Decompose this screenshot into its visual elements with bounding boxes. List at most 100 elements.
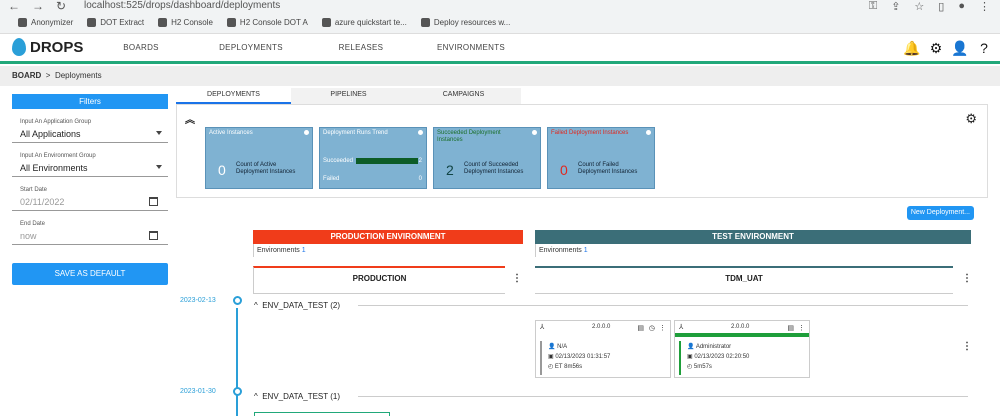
address-bar[interactable]: localhost:525/drops/dashboard/deployment… xyxy=(84,0,280,11)
bookmark[interactable]: DOT Extract xyxy=(87,18,144,27)
production-environment-header: PRODUCTION ENVIRONMENT xyxy=(253,230,523,244)
browser-actions: ⚿ ⇪ ☆ ▯ ● ⋮ xyxy=(869,0,990,13)
test-env-count[interactable]: Environments 1 xyxy=(535,244,971,257)
group-row[interactable]: ^ ENV_DATA_TEST (2) xyxy=(254,301,340,310)
calendar-icon[interactable] xyxy=(149,197,158,206)
info-icon xyxy=(304,130,309,135)
deployment-instance-card[interactable]: ⅄ 2.0.0.0 ▤ ⋮ 👤 Administrator ▣ 02/13/20… xyxy=(674,320,810,378)
group-row[interactable]: ^ ENV_DATA_TEST (1) xyxy=(254,392,340,401)
kebab-menu-icon[interactable]: ⋮ xyxy=(512,274,522,284)
kebab-menu-icon[interactable]: ⋮ xyxy=(798,324,805,332)
breadcrumb-current: Deployments xyxy=(54,71,102,80)
details-icon[interactable]: ▤ xyxy=(637,324,644,332)
info-icon xyxy=(532,130,537,135)
env-group-select[interactable]: Input An Environment Group All Environme… xyxy=(12,153,168,177)
caret-down-icon xyxy=(156,165,162,169)
stage-production: PRODUCTION xyxy=(253,266,505,294)
success-strip xyxy=(675,333,809,337)
star-icon[interactable]: ☆ xyxy=(914,0,924,13)
back-icon[interactable]: ← xyxy=(8,0,20,16)
kebab-menu-icon[interactable]: ⋮ xyxy=(659,324,666,332)
bookmark-icon xyxy=(158,18,168,27)
new-deployment-button[interactable]: New Deployment... xyxy=(906,206,974,220)
app-header: DROPS BOARDS DEPLOYMENTS RELEASES ENVIRO… xyxy=(0,34,1000,64)
deployment-instance-card[interactable]: ⅄ 2.0.0.0 ▤ ◷ ⋮ 👤 N/A ▣ 02/13/2023 01:31… xyxy=(535,320,671,378)
timer-icon: ◴ xyxy=(548,364,555,370)
browser-nav: ← → ↻ xyxy=(8,0,66,16)
kebab-menu-icon[interactable]: ⋮ xyxy=(962,342,972,352)
timeline-dot xyxy=(233,296,242,305)
failed-instances-card[interactable]: Failed Deployment Instances 0 Count of F… xyxy=(547,127,655,189)
reload-icon[interactable]: ↻ xyxy=(56,0,66,16)
bookmark-icon xyxy=(87,18,97,27)
timeline-date: 2023-02-13 xyxy=(180,297,216,304)
chevron-right-icon: > xyxy=(43,71,53,80)
production-env-count[interactable]: Environments 1 xyxy=(253,244,523,257)
bookmark[interactable]: Anonymizer xyxy=(18,18,73,27)
app-group-select[interactable]: Input An Application Group All Applicati… xyxy=(12,119,168,143)
share-icon[interactable]: ⇪ xyxy=(891,0,900,13)
menu-icon[interactable]: ⋮ xyxy=(979,0,990,13)
nav-releases[interactable]: RELEASES xyxy=(306,34,416,64)
kebab-menu-icon[interactable]: ⋮ xyxy=(962,274,972,284)
forward-icon[interactable]: → xyxy=(32,0,44,16)
test-environment-header: TEST ENVIRONMENT xyxy=(535,230,971,244)
stage-tdm-uat: TDM_UAT xyxy=(535,266,953,294)
succeeded-instances-card[interactable]: Succeeded Deployment Instances 2 Count o… xyxy=(433,127,541,189)
key-icon[interactable]: ⚿ xyxy=(869,0,877,13)
bookmark[interactable]: azure quickstart te... xyxy=(321,18,407,27)
bookmark[interactable]: H2 Console xyxy=(158,18,213,27)
bookmark-icon xyxy=(420,18,430,27)
window-icon[interactable]: ▯ xyxy=(938,0,944,13)
active-instances-card[interactable]: Active Instances 0 Count of Active Deplo… xyxy=(205,127,313,189)
details-icon[interactable]: ▤ xyxy=(787,324,794,332)
nav-environments[interactable]: ENVIRONMENTS xyxy=(416,34,526,64)
timeline-line xyxy=(236,308,238,416)
end-date-field[interactable]: End Date now xyxy=(12,221,168,245)
user-icon[interactable]: 👤 xyxy=(951,40,968,56)
save-as-default-button[interactable]: SAVE AS DEFAULT xyxy=(12,263,168,285)
status-bar xyxy=(679,341,681,375)
chevron-up-icon[interactable]: ^ xyxy=(254,301,262,310)
timeline-dot xyxy=(233,387,242,396)
tab-deployments[interactable]: DEPLOYMENTS xyxy=(176,88,291,104)
timeline-date: 2023-01-30 xyxy=(180,388,216,395)
bell-icon[interactable]: 🔔 xyxy=(903,40,920,56)
breadcrumb: BOARD > Deployments xyxy=(0,66,1000,86)
gear-icon[interactable]: ⚙ xyxy=(928,40,944,56)
gear-icon[interactable]: ⚙ xyxy=(965,111,977,127)
browser-chrome: ← → ↻ localhost:525/drops/dashboard/depl… xyxy=(0,0,1000,34)
bookmark[interactable]: Deploy resources w... xyxy=(420,18,510,27)
bookmark[interactable]: H2 Console DOT A xyxy=(226,18,308,27)
header-actions: 🔔 ⚙ 👤 ? xyxy=(903,40,992,57)
bookmarks-bar: Anonymizer DOT Extract H2 Console H2 Con… xyxy=(18,18,510,27)
help-icon[interactable]: ? xyxy=(976,40,992,56)
breadcrumb-root[interactable]: BOARD xyxy=(12,71,41,80)
deploy-tree-icon: ⅄ xyxy=(540,324,545,331)
start-date-field[interactable]: Start Date 02/11/2022 xyxy=(12,187,168,211)
succeeded-bar xyxy=(356,158,418,164)
divider xyxy=(358,396,968,397)
user-icon: 👤 xyxy=(548,344,558,350)
main-nav: BOARDS DEPLOYMENTS RELEASES ENVIRONMENTS xyxy=(86,34,526,64)
chevron-up-icon[interactable]: ^ xyxy=(254,392,262,401)
user-icon: 👤 xyxy=(687,344,696,350)
deployments-content: DEPLOYMENTS PIPELINES CAMPAIGNS ︽ ⚙ Acti… xyxy=(176,86,988,416)
nav-boards[interactable]: BOARDS xyxy=(86,34,196,64)
tab-pipelines[interactable]: PIPELINES xyxy=(291,88,406,104)
deployment-trend-card[interactable]: Deployment Runs Trend Succeeded 2 Failed… xyxy=(319,127,427,189)
tab-campaigns[interactable]: CAMPAIGNS xyxy=(406,88,521,104)
filters-sidebar: Filters Input An Application Group All A… xyxy=(12,94,168,285)
chevron-up-double-icon[interactable]: ︽ xyxy=(185,111,195,126)
profile-icon[interactable]: ● xyxy=(958,0,965,13)
clock-icon[interactable]: ◷ xyxy=(649,324,655,332)
sub-tabs: DEPLOYMENTS PIPELINES CAMPAIGNS xyxy=(176,88,521,104)
timer-icon: ◴ xyxy=(687,364,694,370)
divider xyxy=(358,305,968,306)
app-logo[interactable]: DROPS xyxy=(12,38,83,56)
info-icon xyxy=(646,130,651,135)
nav-deployments[interactable]: DEPLOYMENTS xyxy=(196,34,306,64)
bookmark-icon xyxy=(321,18,331,27)
next-instance-card[interactable] xyxy=(254,412,390,416)
calendar-icon[interactable] xyxy=(149,231,158,240)
